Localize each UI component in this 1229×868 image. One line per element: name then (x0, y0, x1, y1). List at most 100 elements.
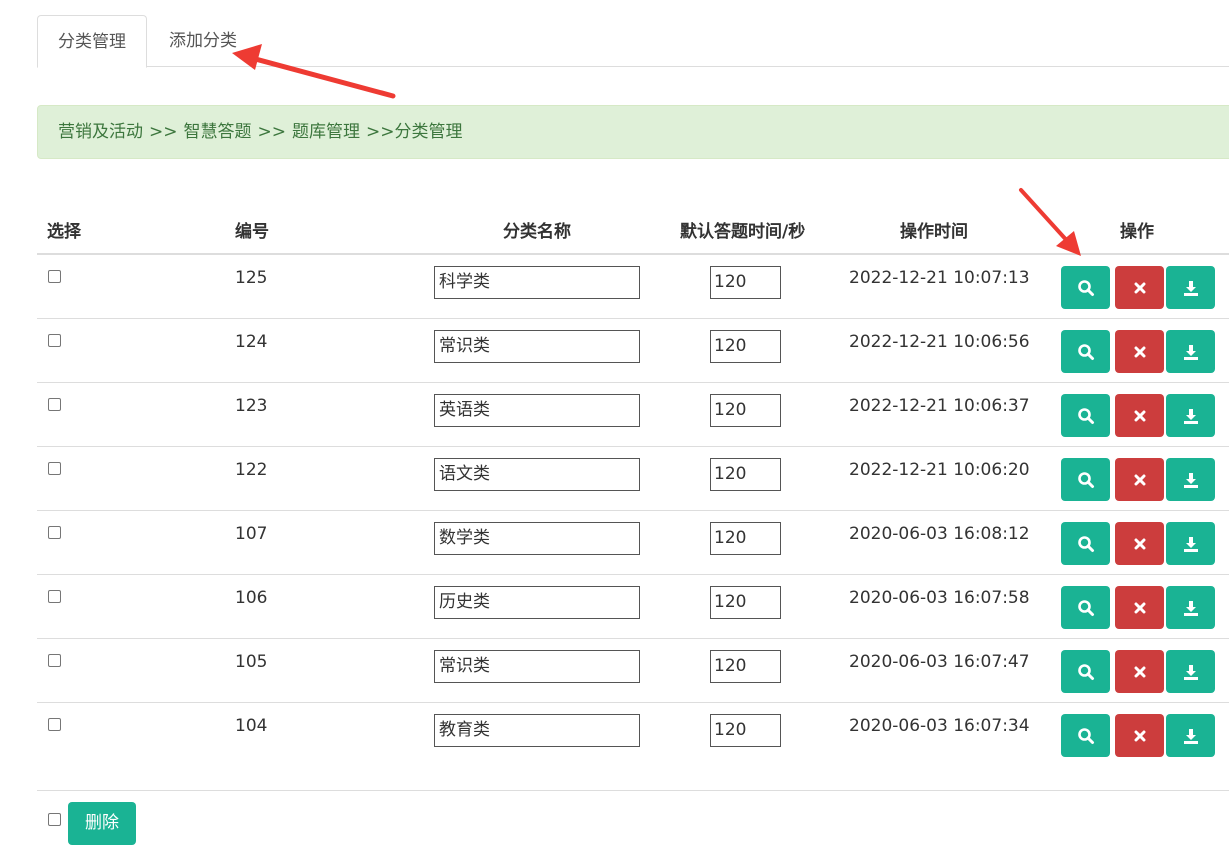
breadcrumb-separator: >> (366, 122, 395, 142)
delete-button[interactable]: 删除 (68, 802, 136, 845)
breadcrumb-item: 营销及活动 (58, 122, 143, 142)
breadcrumb-separator: >> (149, 122, 178, 142)
row-checkbox[interactable] (48, 654, 61, 667)
operation-time: 2022-12-21 10:07:13 (849, 268, 1030, 288)
search-icon (1077, 727, 1095, 745)
tab-bar: 分类管理 添加分类 (37, 15, 1229, 68)
tab-category-management[interactable]: 分类管理 (37, 15, 147, 68)
row-id: 123 (235, 396, 268, 416)
default-time-input[interactable]: 120 (710, 394, 781, 427)
search-icon (1077, 279, 1095, 297)
close-icon (1133, 473, 1147, 487)
download-button[interactable] (1166, 586, 1215, 629)
row-id: 106 (235, 588, 268, 608)
tab-add-category[interactable]: 添加分类 (169, 15, 237, 68)
category-name-input[interactable]: 语文类 (434, 458, 640, 491)
search-icon (1077, 471, 1095, 489)
table-row: 104 教育类 120 2020-06-03 16:07:34 (37, 703, 1229, 767)
download-icon (1182, 279, 1200, 297)
download-button[interactable] (1166, 330, 1215, 373)
download-icon (1182, 471, 1200, 489)
close-icon (1133, 537, 1147, 551)
delete-row-button[interactable] (1115, 650, 1164, 693)
table-row: 105 常识类 120 2020-06-03 16:07:47 (37, 639, 1229, 703)
delete-row-button[interactable] (1115, 458, 1164, 501)
operation-time: 2022-12-21 10:06:37 (849, 396, 1030, 416)
download-icon (1182, 599, 1200, 617)
category-name-input[interactable]: 常识类 (434, 650, 640, 683)
download-button[interactable] (1166, 394, 1215, 437)
default-time-input[interactable]: 120 (710, 522, 781, 555)
table-header: 选择 编号 分类名称 默认答题时间/秒 操作时间 操作 (37, 200, 1229, 255)
category-name-input[interactable]: 历史类 (434, 586, 640, 619)
close-icon (1133, 729, 1147, 743)
row-checkbox[interactable] (48, 334, 61, 347)
delete-row-button[interactable] (1115, 330, 1164, 373)
row-id: 105 (235, 652, 268, 672)
table-row: 122 语文类 120 2022-12-21 10:06:20 (37, 447, 1229, 511)
delete-row-button[interactable] (1115, 586, 1164, 629)
row-id: 104 (235, 716, 268, 736)
download-icon (1182, 663, 1200, 681)
category-name-input[interactable]: 教育类 (434, 714, 640, 747)
header-category-name: 分类名称 (503, 222, 571, 242)
download-button[interactable] (1166, 266, 1215, 309)
view-button[interactable] (1061, 394, 1110, 437)
row-id: 125 (235, 268, 268, 288)
operation-time: 2020-06-03 16:07:58 (849, 588, 1030, 608)
download-icon (1182, 535, 1200, 553)
operation-time: 2020-06-03 16:08:12 (849, 524, 1030, 544)
search-icon (1077, 535, 1095, 553)
row-id: 107 (235, 524, 268, 544)
table-row: 107 数学类 120 2020-06-03 16:08:12 (37, 511, 1229, 575)
row-id: 124 (235, 332, 268, 352)
row-checkbox[interactable] (48, 590, 61, 603)
breadcrumb: 营销及活动 >> 智慧答题 >> 题库管理 >>分类管理 (37, 105, 1229, 159)
select-all-checkbox[interactable] (48, 813, 61, 826)
view-button[interactable] (1061, 714, 1110, 757)
operation-time: 2022-12-21 10:06:56 (849, 332, 1030, 352)
download-icon (1182, 407, 1200, 425)
view-button[interactable] (1061, 650, 1110, 693)
table-row: 124 常识类 120 2022-12-21 10:06:56 (37, 319, 1229, 383)
delete-row-button[interactable] (1115, 522, 1164, 565)
table-row: 125 科学类 120 2022-12-21 10:07:13 (37, 255, 1229, 319)
default-time-input[interactable]: 120 (710, 650, 781, 683)
download-button[interactable] (1166, 522, 1215, 565)
default-time-input[interactable]: 120 (710, 714, 781, 747)
category-name-input[interactable]: 科学类 (434, 266, 640, 299)
view-button[interactable] (1061, 522, 1110, 565)
category-name-input[interactable]: 常识类 (434, 330, 640, 363)
download-button[interactable] (1166, 650, 1215, 693)
download-icon (1182, 727, 1200, 745)
operation-time: 2020-06-03 16:07:47 (849, 652, 1030, 672)
row-checkbox[interactable] (48, 270, 61, 283)
category-name-input[interactable]: 数学类 (434, 522, 640, 555)
row-checkbox[interactable] (48, 398, 61, 411)
category-name-input[interactable]: 英语类 (434, 394, 640, 427)
download-button[interactable] (1166, 458, 1215, 501)
view-button[interactable] (1061, 458, 1110, 501)
header-id: 编号 (235, 222, 269, 242)
header-default-time: 默认答题时间/秒 (680, 222, 806, 242)
search-icon (1077, 599, 1095, 617)
delete-row-button[interactable] (1115, 714, 1164, 757)
default-time-input[interactable]: 120 (710, 330, 781, 363)
category-table: 选择 编号 分类名称 默认答题时间/秒 操作时间 操作 125 科学类 120 202… (37, 200, 1229, 767)
search-icon (1077, 343, 1095, 361)
view-button[interactable] (1061, 266, 1110, 309)
delete-row-button[interactable] (1115, 394, 1164, 437)
view-button[interactable] (1061, 586, 1110, 629)
row-checkbox[interactable] (48, 462, 61, 475)
close-icon (1133, 665, 1147, 679)
default-time-input[interactable]: 120 (710, 458, 781, 491)
default-time-input[interactable]: 120 (710, 586, 781, 619)
close-icon (1133, 345, 1147, 359)
row-checkbox[interactable] (48, 718, 61, 731)
row-checkbox[interactable] (48, 526, 61, 539)
default-time-input[interactable]: 120 (710, 266, 781, 299)
download-button[interactable] (1166, 714, 1215, 757)
delete-row-button[interactable] (1115, 266, 1164, 309)
view-button[interactable] (1061, 330, 1110, 373)
operation-time: 2022-12-21 10:06:20 (849, 460, 1030, 480)
